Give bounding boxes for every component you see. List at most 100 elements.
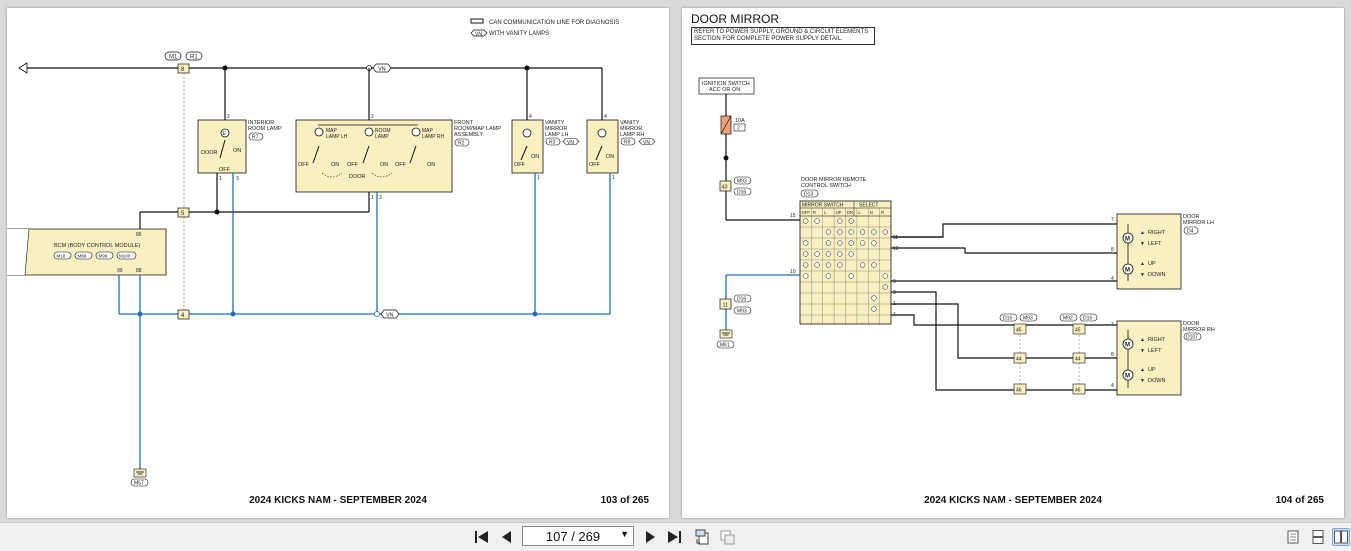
legend: CAN COMMUNICATION LINE FOR DIAGNOSIS VN …	[470, 18, 619, 38]
svg-text:45: 45	[1016, 328, 1022, 334]
door-mirror-remote-control-switch: DOOR MIRROR REMOTE CONTROL SWITCH D13 MI…	[790, 177, 899, 325]
switch-contact	[848, 218, 854, 224]
switch-contact	[837, 240, 843, 246]
svg-text:▲: ▲	[1140, 230, 1145, 236]
switch-contact	[871, 262, 877, 268]
svg-text:1: 1	[537, 175, 540, 181]
svg-text:11: 11	[723, 303, 729, 309]
svg-text:3: 3	[893, 290, 896, 296]
svg-text:LEFT: LEFT	[1148, 241, 1162, 247]
svg-text:▲: ▲	[1140, 261, 1145, 267]
vanity-mirror-lamp-rh: OFF ON 4 1 VANITY MIRROR LAMP RH R9 VN	[586, 114, 656, 181]
svg-text:VN: VN	[386, 313, 394, 319]
switch-column-header: N	[870, 210, 873, 215]
svg-text:M: M	[1125, 237, 1130, 243]
fuse-icon	[720, 115, 732, 135]
svg-text:M: M	[1125, 268, 1130, 274]
svg-text:R7: R7	[252, 135, 259, 141]
last-page-icon[interactable]	[666, 529, 682, 545]
switch-column-header: OFF	[802, 210, 811, 215]
switch-column-header: UP	[836, 210, 842, 215]
switch-contact	[803, 240, 809, 246]
svg-text:OFF: OFF	[395, 162, 407, 168]
svg-text:OFF: OFF	[298, 162, 310, 168]
svg-text:VN: VN	[475, 32, 482, 38]
viewer-toolbar: 107 / 269 ▼	[0, 522, 1351, 551]
switch-contact	[837, 262, 843, 268]
svg-text:1: 1	[612, 175, 615, 181]
switch-contact	[848, 229, 854, 235]
svg-text:46: 46	[1075, 388, 1081, 394]
svg-text:MIRROR SWITCH: MIRROR SWITCH	[802, 203, 844, 209]
svg-text:▲: ▲	[1140, 367, 1145, 373]
svg-text:11: 11	[893, 235, 898, 241]
svg-text:44: 44	[1016, 357, 1022, 363]
svg-text:ON: ON	[531, 154, 539, 160]
footer-page-number: 103 of 265	[600, 495, 649, 506]
svg-text:DOOR: DOOR	[201, 150, 218, 156]
svg-text:D16: D16	[1003, 316, 1012, 322]
svg-text:D107: D107	[1186, 335, 1198, 341]
switch-contact	[825, 229, 832, 235]
svg-text:M1: M1	[169, 55, 178, 61]
svg-text:UP: UP	[1148, 261, 1156, 267]
svg-text:VN: VN	[378, 67, 386, 73]
svg-text:LAMP RH: LAMP RH	[620, 132, 644, 138]
svg-text:VN: VN	[567, 140, 574, 146]
svg-text:CONTROL SWITCH: CONTROL SWITCH	[801, 183, 851, 189]
svg-text:99: 99	[117, 268, 123, 274]
previous-page-icon[interactable]	[498, 529, 514, 545]
svg-text:BCM (BODY CONTROL MODULE): BCM (BODY CONTROL MODULE)	[54, 243, 140, 249]
svg-text:MIRROR LH: MIRROR LH	[1183, 220, 1214, 226]
svg-text:46: 46	[1016, 388, 1022, 394]
footer-title: 2024 KICKS NAM - SEPTEMBER 2024	[249, 495, 427, 506]
page-number-select[interactable]: 107 / 269 ▼	[522, 526, 634, 546]
svg-text:▼: ▼	[1140, 272, 1145, 278]
switch-contact	[825, 240, 832, 246]
door-mirror-lh: M M ▲ ▼ ▲ ▼ RIGHT LEFT UP DOWN 7 8 4 DOO…	[1111, 213, 1214, 290]
svg-text:M93: M93	[737, 179, 747, 185]
switch-column-header: R	[813, 210, 816, 215]
single-page-view-icon[interactable]	[1284, 528, 1302, 546]
svg-text:R2: R2	[458, 141, 465, 147]
svg-text:ACC OR ON: ACC OR ON	[709, 87, 740, 93]
page-number-value: 107 / 269	[545, 529, 601, 544]
switch-contact	[848, 273, 854, 279]
next-page-icon[interactable]	[643, 529, 659, 545]
svg-text:9: 9	[893, 279, 896, 285]
continuous-view-icon[interactable]	[1309, 528, 1327, 546]
offpage-arrow-icon	[18, 62, 28, 74]
svg-text:M99: M99	[99, 254, 108, 259]
svg-text:OFF: OFF	[219, 167, 231, 173]
facing-view-icon[interactable]	[1332, 528, 1350, 546]
svg-text:D16: D16	[737, 190, 746, 196]
svg-text:M88: M88	[78, 254, 87, 259]
joint-connectors: D16 M93 M92 D16 45 44 46 45 44 46	[999, 313, 1098, 395]
switch-contact	[871, 295, 877, 301]
switch-column-header: R	[881, 210, 884, 215]
chevron-down-icon: ▼	[620, 529, 629, 539]
switch-contact	[859, 262, 866, 268]
first-page-icon[interactable]	[474, 529, 490, 545]
svg-text:OFF: OFF	[589, 162, 601, 168]
svg-text:4: 4	[1111, 383, 1114, 389]
switch-contact	[871, 229, 877, 235]
svg-text:D13: D13	[804, 192, 813, 198]
svg-text:M57: M57	[134, 481, 144, 487]
svg-text:▼: ▼	[1140, 348, 1145, 354]
svg-text:12: 12	[893, 246, 899, 252]
svg-text:LAMP LH: LAMP LH	[545, 132, 568, 138]
svg-text:DOWN: DOWN	[1148, 378, 1165, 384]
svg-text:8: 8	[1111, 247, 1114, 253]
interior-room-lamp: E DOOR ON OFF 2 1 3 INTERIOR ROOM LAMP R…	[197, 114, 282, 182]
svg-text:10: 10	[790, 269, 796, 275]
front-room-map-lamp: MAP LAMP LH ROOM LAMP MAP LAMP RH OFF ON…	[295, 114, 501, 201]
extract-icon[interactable]	[719, 529, 735, 545]
rotate-icon[interactable]	[694, 529, 710, 545]
switch-contact	[803, 251, 809, 257]
svg-text:RIGHT: RIGHT	[1148, 230, 1166, 236]
svg-text:2: 2	[371, 114, 374, 120]
svg-text:M18: M18	[57, 254, 66, 259]
switch-contact	[837, 229, 843, 235]
svg-text:ON: ON	[606, 154, 614, 160]
